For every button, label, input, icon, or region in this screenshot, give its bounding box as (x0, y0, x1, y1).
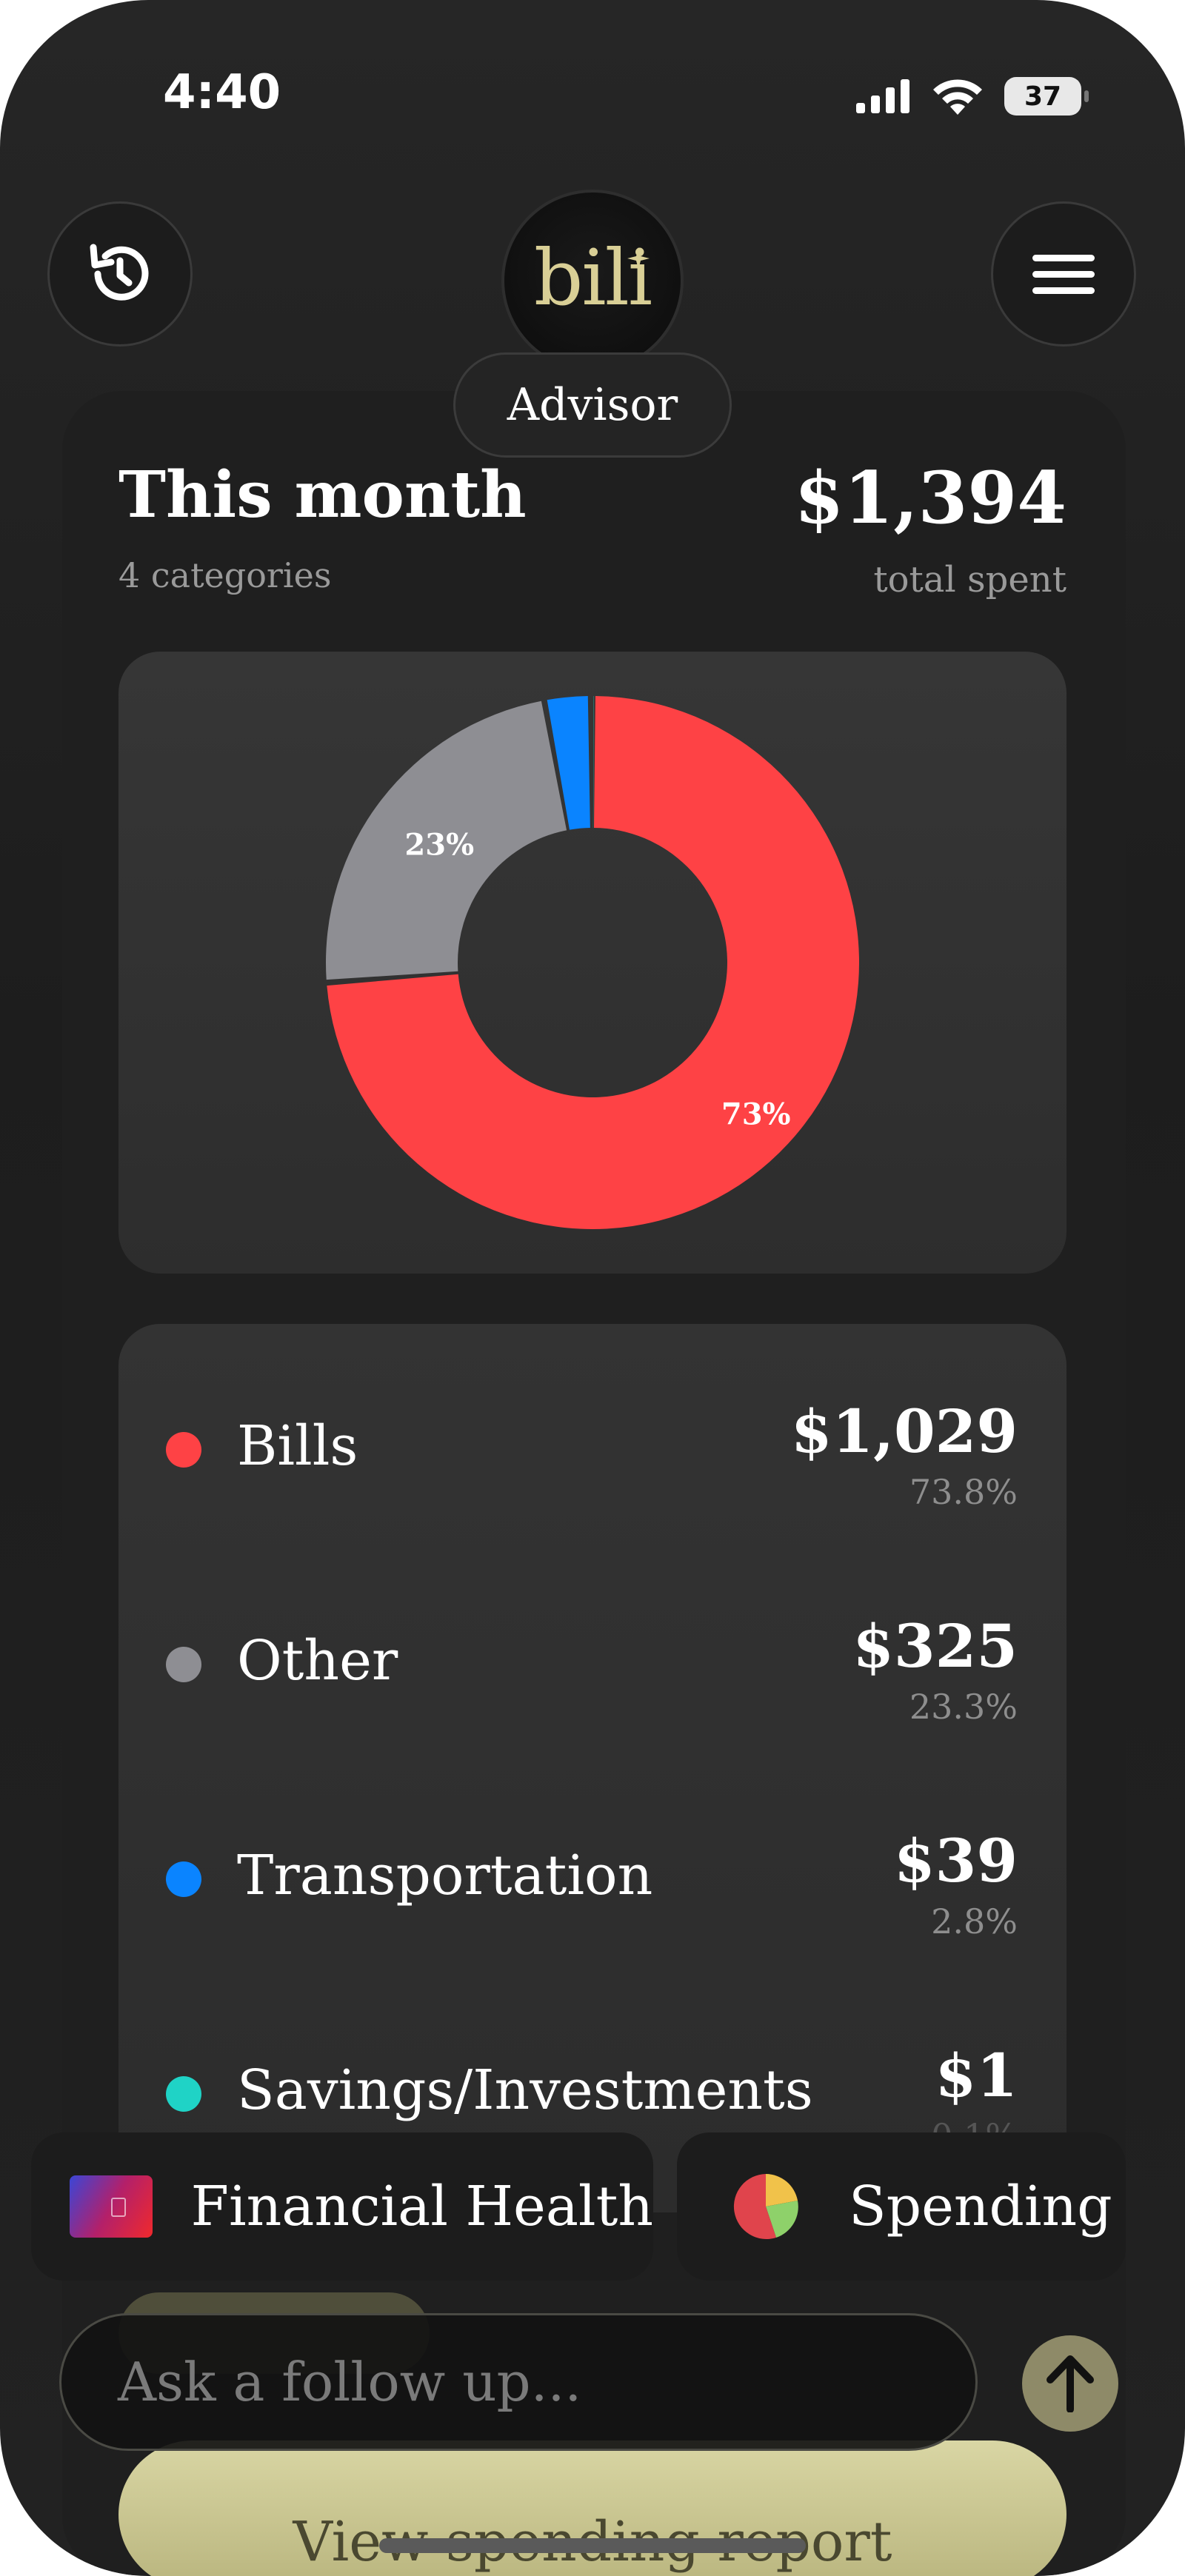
battery-level: 37 (1024, 81, 1062, 112)
total-spent-amount: $1,394 (794, 456, 1066, 540)
category-name: Bills (237, 1414, 358, 1478)
financial-health-chip[interactable]: Financial Health (31, 2132, 653, 2281)
category-name: Savings/Investments (237, 2058, 813, 2122)
donut-chart-panel: 73% 23% (118, 652, 1066, 1274)
history-button[interactable] (47, 201, 193, 347)
sparkle-icon (627, 247, 650, 270)
category-percent: 73.8% (909, 1472, 1018, 1512)
category-amount: $1 (935, 2041, 1018, 2110)
menu-button[interactable] (991, 201, 1136, 347)
category-color-dot (166, 1432, 201, 1468)
card-title: This month (118, 458, 527, 532)
list-item[interactable]: Other $325 23.3% (118, 1605, 1066, 1768)
donut-chart: 73% 23% (325, 696, 860, 1229)
category-name: Other (237, 1629, 398, 1693)
status-time: 4:40 (163, 65, 281, 120)
category-amount: $325 (852, 1611, 1018, 1681)
chip-label: Spending (849, 2175, 1112, 2238)
donut-slice-savings-investments (592, 696, 595, 829)
menu-icon (1032, 255, 1095, 294)
battery-icon: 37 (1004, 77, 1089, 116)
category-color-dot (166, 2076, 201, 2112)
advisor-badge[interactable]: Advisor (453, 352, 732, 458)
pie-chart-icon (733, 2174, 798, 2239)
category-color-dot (166, 1861, 201, 1897)
logo-text: bili (533, 232, 652, 323)
category-amount: $1,029 (790, 1396, 1018, 1466)
list-item[interactable]: Bills $1,029 73.8% (118, 1391, 1066, 1553)
category-list: Bills $1,029 73.8% Other $325 23.3% Tran… (118, 1324, 1066, 2212)
wifi-icon (933, 79, 982, 115)
total-spent-label: total spent (873, 559, 1066, 600)
send-button[interactable] (1022, 2335, 1118, 2432)
donut-slice-label: 73% (721, 1097, 791, 1132)
category-name: Transportation (237, 1844, 653, 1907)
history-icon (90, 244, 149, 301)
categories-count: 4 categories (118, 555, 332, 595)
home-indicator (379, 2538, 806, 2553)
status-icons: 37 (856, 74, 1089, 118)
list-item[interactable]: Transportation $39 2.8% (118, 1820, 1066, 1983)
credit-card-icon (70, 2175, 153, 2238)
view-spending-report-button[interactable]: View spending report (118, 2440, 1066, 2576)
ask-follow-up-input[interactable]: Ask a follow up... (59, 2313, 978, 2451)
category-color-dot (166, 1647, 201, 1682)
arrow-up-icon (1047, 2355, 1094, 2412)
bili-logo: bili (501, 190, 684, 372)
category-amount: $39 (894, 1826, 1018, 1896)
category-percent: 23.3% (909, 1687, 1018, 1727)
donut-slice-label: 23% (404, 828, 474, 863)
chip-label: Financial Health (190, 2175, 653, 2238)
phone-screen: 4:40 37 bili Advisor This month 4 catego… (0, 0, 1185, 2576)
category-percent: 2.8% (931, 1901, 1018, 1941)
spending-chip[interactable]: Spending (677, 2132, 1126, 2281)
cellular-signal-icon (856, 79, 909, 113)
